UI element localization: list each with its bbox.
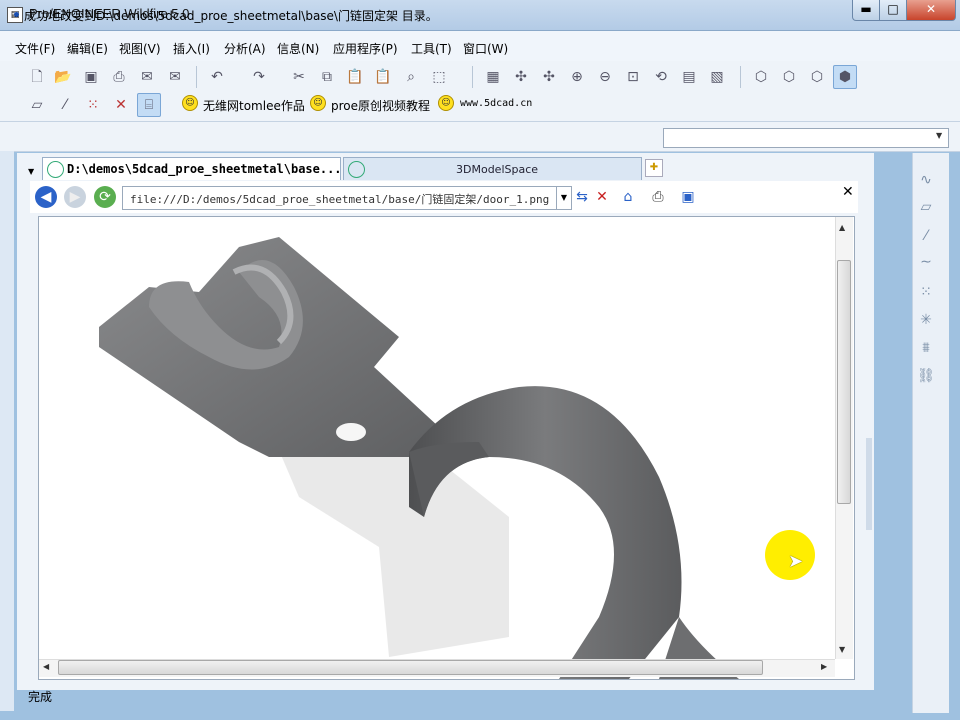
save-icon[interactable]: ▣ — [678, 187, 698, 207]
image-viewport — [38, 216, 855, 680]
datum-axes-icon[interactable]: ⁄ — [54, 94, 76, 116]
zoom-out-icon[interactable]: ⊖ — [594, 66, 616, 88]
repaint-icon[interactable]: ▦ — [482, 66, 504, 88]
saved-views-icon[interactable]: ▧ — [706, 66, 728, 88]
chain-icon[interactable]: ⛓ — [916, 366, 936, 386]
chevron-down-icon[interactable]: ▼ — [936, 131, 942, 140]
tab-3dmodelspace[interactable]: 3DModelSpace — [343, 157, 642, 180]
save-icon[interactable]: ▣ — [80, 66, 102, 88]
toolbar-separator — [196, 66, 197, 88]
link-website[interactable]: www.5dcad.cn — [460, 98, 532, 109]
command-input[interactable] — [663, 128, 949, 148]
print-icon[interactable]: ⎙ — [648, 187, 668, 207]
vertical-scroll-thumb[interactable] — [837, 260, 851, 504]
email-attach-icon[interactable]: ✉ — [164, 66, 186, 88]
home-icon[interactable]: ⌂ — [618, 187, 638, 207]
spin-center-icon[interactable]: ✣ — [510, 66, 532, 88]
minimize-button[interactable]: ▬ — [852, 0, 880, 21]
scroll-left-icon[interactable]: ◀ — [43, 662, 49, 671]
curve-icon[interactable]: ∼ — [916, 252, 936, 272]
reload-icon[interactable]: ⇆ — [572, 187, 592, 207]
door-bracket-model-image — [99, 237, 739, 679]
menu-window[interactable]: 窗口(W) — [463, 40, 508, 57]
chevron-down-icon[interactable]: ▼ — [556, 186, 571, 210]
axis-icon[interactable]: ⁄ — [916, 226, 936, 246]
shading-icon[interactable]: ⬢ — [833, 65, 857, 89]
tab-list-chevron-icon[interactable]: ▼ — [28, 167, 34, 176]
smiley-icon: ☺ — [182, 95, 198, 111]
pane-splitter[interactable] — [866, 438, 872, 530]
new-tab-icon[interactable]: ✚ — [645, 159, 663, 177]
link-tomlee[interactable]: 无维网tomlee作品 — [203, 97, 305, 114]
horizontal-scroll-thumb[interactable] — [58, 660, 763, 675]
menu-info[interactable]: 信息(N) — [277, 40, 319, 57]
scroll-down-icon[interactable]: ▼ — [839, 645, 845, 654]
paste-icon[interactable]: 📋 — [344, 66, 366, 88]
no-hidden-icon[interactable]: ⬡ — [806, 66, 828, 88]
menu-bar: 文件(F) 编辑(E) 视图(V) 插入(I) 分析(A) 信息(N) 应用程序… — [0, 31, 960, 61]
view-manager-icon[interactable]: ▤ — [678, 66, 700, 88]
menu-applications[interactable]: 应用程序(P) — [333, 40, 398, 57]
toolbar-separator — [472, 66, 473, 88]
mouse-cursor-icon: ➤ — [788, 551, 804, 572]
new-file-icon[interactable]: 🗋 — [26, 66, 48, 88]
sketch-icon[interactable]: ∿ — [916, 170, 936, 190]
cut-icon[interactable]: ✂ — [288, 66, 310, 88]
scroll-right-icon[interactable]: ▶ — [821, 662, 827, 671]
link-video-tutorials[interactable]: proe原创视频教程 — [331, 97, 430, 114]
menu-tools[interactable]: 工具(T) — [411, 40, 452, 57]
hidden-line-icon[interactable]: ⬡ — [778, 66, 800, 88]
back-button[interactable]: ◀ — [35, 186, 57, 208]
tab-label: D:\demos\5dcad_proe_sheetmetal\base... — [67, 162, 342, 176]
tab-label: 3DModelSpace — [456, 163, 539, 176]
close-icon[interactable]: ✕ — [842, 184, 854, 200]
reorient-icon[interactable]: ⟲ — [650, 66, 672, 88]
maximize-button[interactable]: □ — [879, 0, 907, 21]
close-button[interactable]: ✕ — [906, 0, 956, 21]
status-text: 完成 — [28, 690, 53, 704]
plane-icon[interactable]: ▱ — [916, 197, 936, 217]
point-icon[interactable]: ⁙ — [916, 282, 936, 302]
tab-file-browser[interactable]: D:\demos\5dcad_proe_sheetmetal\base... — [42, 157, 342, 180]
menu-insert[interactable]: 插入(I) — [173, 40, 210, 57]
datum-points-icon[interactable]: ⁙ — [82, 94, 104, 116]
datum-csys-icon[interactable]: ✕ — [110, 94, 132, 116]
copy-icon[interactable]: ⧉ — [316, 66, 338, 88]
stop-icon[interactable]: ✕ — [592, 187, 612, 207]
undo-icon[interactable]: ↶ — [206, 66, 228, 88]
print-icon[interactable]: ⎙ — [108, 66, 130, 88]
refit-icon[interactable]: ⊡ — [622, 66, 644, 88]
globe-icon — [348, 161, 365, 178]
open-folder-icon[interactable]: 📂 — [52, 66, 74, 88]
menu-file[interactable]: 文件(F) — [15, 40, 55, 57]
annotation-display-icon[interactable]: ⌸ — [137, 93, 161, 117]
address-bar[interactable]: file:///D:/demos/5dcad_proe_sheetmetal/b… — [122, 186, 572, 210]
analysis-icon[interactable]: ⩩ — [916, 338, 936, 358]
orient-icon[interactable]: ✣ — [538, 66, 560, 88]
zoom-in-icon[interactable]: ⊕ — [566, 66, 588, 88]
csys-icon[interactable]: ✳ — [916, 310, 936, 330]
navigator-collapsed-strip[interactable] — [0, 151, 14, 711]
menu-analysis[interactable]: 分析(A) — [224, 40, 266, 57]
paste-special-icon[interactable]: 📋 — [372, 66, 394, 88]
scroll-up-icon[interactable]: ▲ — [839, 223, 845, 232]
find-icon[interactable]: ⌕ — [400, 66, 422, 88]
menu-edit[interactable]: 编辑(E) — [67, 40, 108, 57]
select-box-icon[interactable]: ⬚ — [428, 66, 450, 88]
url-text: file:///D:/demos/5dcad_proe_sheetmetal/b… — [130, 193, 550, 206]
message-text: 成功地改变到D:\demos\5dcad_proe_sheetmetal\bas… — [24, 9, 438, 23]
email-icon[interactable]: ✉ — [136, 66, 158, 88]
toolbar-separator — [740, 66, 741, 88]
forward-button[interactable]: ▶ — [64, 186, 86, 208]
refresh-go-button[interactable]: ⟳ — [94, 186, 116, 208]
redo-icon[interactable]: ↷ — [248, 66, 270, 88]
menu-view[interactable]: 视图(V) — [119, 40, 161, 57]
datum-planes-icon[interactable]: ▱ — [26, 94, 48, 116]
smiley-icon: ☺ — [438, 95, 454, 111]
globe-icon — [47, 161, 64, 178]
wireframe-icon[interactable]: ⬡ — [750, 66, 772, 88]
message-bullet-icon — [14, 12, 19, 17]
smiley-icon: ☺ — [310, 95, 326, 111]
